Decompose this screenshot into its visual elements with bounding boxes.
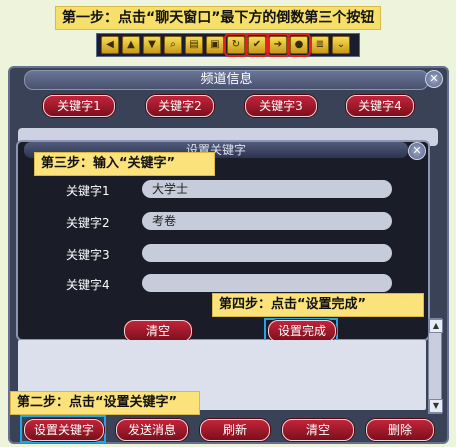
chat-toolbar: ◀ ▲ ▼ ⌕ ▤ ▣ ↻ ✔ ➔ ● ≣ ⌄ bbox=[96, 33, 360, 57]
channel-window-title: 频道信息 bbox=[24, 70, 429, 90]
keyword-input-2[interactable]: 考卷 bbox=[142, 212, 392, 230]
keyword-label-4: 关键字4 bbox=[66, 278, 110, 292]
clear-keywords-button[interactable]: 清空 bbox=[124, 320, 192, 342]
arrow-loop-icon[interactable]: ↻ bbox=[224, 33, 248, 57]
keyword-input-3[interactable] bbox=[142, 244, 392, 262]
keyword-tab-2[interactable]: 关键字2 bbox=[146, 95, 214, 117]
set-keyword-button[interactable]: 设置关键字 bbox=[24, 419, 104, 441]
step3-callout: 第三步：输入“关键字” bbox=[34, 152, 215, 176]
clear-button[interactable]: 清空 bbox=[282, 419, 354, 441]
arrow-down-icon[interactable]: ▼ bbox=[143, 36, 161, 54]
scroll-down-icon[interactable]: ▼ bbox=[429, 399, 443, 413]
send-message-button[interactable]: 发送消息 bbox=[116, 419, 188, 441]
check-icon[interactable]: ✔ bbox=[245, 33, 269, 57]
step1-callout: 第一步：点击“聊天窗口”最下方的倒数第三个按钮 bbox=[55, 6, 382, 30]
keyword-input-4[interactable] bbox=[142, 274, 392, 292]
keyword-input-1[interactable]: 大学士 bbox=[142, 180, 392, 198]
magnifier-icon[interactable]: ⌕ bbox=[164, 36, 182, 54]
keyword-tab-4[interactable]: 关键字4 bbox=[346, 95, 414, 117]
keyword-label-1: 关键字1 bbox=[66, 184, 110, 198]
arrow-up-icon[interactable]: ▲ bbox=[122, 36, 140, 54]
keyword-label-3: 关键字3 bbox=[66, 248, 110, 262]
close-icon[interactable]: ✕ bbox=[425, 70, 443, 88]
scroll-up-icon[interactable]: ▲ bbox=[429, 319, 443, 333]
delete-button[interactable]: 删除 bbox=[366, 419, 434, 441]
step2-callout: 第二步：点击“设置关键字” bbox=[10, 391, 200, 415]
chevron-down-icon[interactable]: ⌄ bbox=[332, 36, 350, 54]
list-icon[interactable]: ≣ bbox=[311, 36, 329, 54]
arrow-left-icon[interactable]: ◀ bbox=[101, 36, 119, 54]
dialog-close-icon[interactable]: ✕ bbox=[408, 142, 426, 160]
keyword-label-2: 关键字2 bbox=[66, 216, 110, 230]
keyword-tab-3[interactable]: 关键字3 bbox=[245, 95, 317, 117]
window-icon[interactable]: ▣ bbox=[206, 36, 224, 54]
keyword-tab-1[interactable]: 关键字1 bbox=[43, 95, 115, 117]
refresh-button[interactable]: 刷新 bbox=[200, 419, 270, 441]
document-icon[interactable]: ▤ bbox=[185, 36, 203, 54]
set-done-button[interactable]: 设置完成 bbox=[268, 320, 336, 342]
arrow-right-icon[interactable]: ➔ bbox=[266, 33, 290, 57]
chat-scrollbar[interactable]: ▲ ▼ bbox=[428, 318, 443, 414]
step4-callout: 第四步：点击“设置完成” bbox=[212, 293, 424, 317]
speech-bubble-icon[interactable]: ● bbox=[287, 33, 311, 57]
